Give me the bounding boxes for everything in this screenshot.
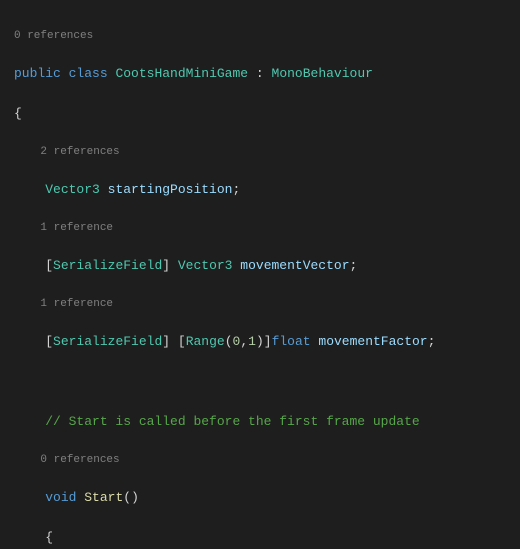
identifier: movementFactor: [318, 334, 427, 349]
brace-open: {: [14, 104, 520, 124]
type-name: CootsHandMiniGame: [115, 66, 248, 81]
type-name: Vector3: [178, 258, 233, 273]
code-line: [SerializeField] [Range(0,1)]float movem…: [14, 332, 520, 352]
type-name: Vector3: [45, 182, 100, 197]
keyword: class: [69, 66, 108, 81]
number-literal: 1: [248, 334, 256, 349]
comment-line: // Start is called before the first fram…: [14, 412, 520, 432]
method-name: Start: [84, 490, 123, 505]
type-name: MonoBehaviour: [272, 66, 373, 81]
codelens-references[interactable]: 2 references: [14, 144, 520, 160]
code-line: Vector3 startingPosition;: [14, 180, 520, 200]
code-line: void Start(): [14, 488, 520, 508]
keyword: float: [272, 334, 311, 349]
attribute: SerializeField: [53, 258, 162, 273]
attribute: Range: [186, 334, 225, 349]
brace-open: {: [14, 528, 520, 548]
codelens-references[interactable]: 1 reference: [14, 220, 520, 236]
codelens-references[interactable]: 0 references: [14, 28, 520, 44]
keyword: public: [14, 66, 61, 81]
codelens-references[interactable]: 0 references: [14, 452, 520, 468]
codelens-references[interactable]: 1 reference: [14, 296, 520, 312]
code-line: [SerializeField] Vector3 movementVector;: [14, 256, 520, 276]
attribute: SerializeField: [53, 334, 162, 349]
keyword: void: [45, 490, 76, 505]
code-line: public class CootsHandMiniGame : MonoBeh…: [14, 64, 520, 84]
identifier: startingPosition: [108, 182, 233, 197]
code-editor[interactable]: 0 references public class CootsHandMiniG…: [0, 0, 520, 549]
identifier: movementVector: [240, 258, 349, 273]
blank-line: [14, 372, 520, 392]
comment: // Start is called before the first fram…: [45, 414, 419, 429]
colon: :: [256, 66, 264, 81]
